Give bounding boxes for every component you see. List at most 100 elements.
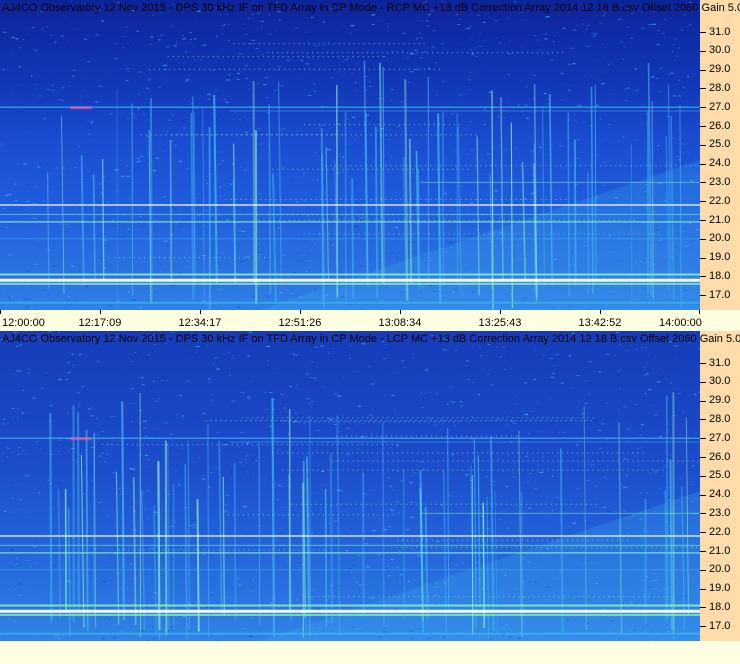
noise-speck	[244, 459, 247, 461]
noise-speck	[5, 195, 7, 197]
noise-speck	[195, 602, 197, 604]
noise-speck	[36, 65, 40, 67]
noise-speck	[124, 36, 127, 38]
y-tick-label: 27.0	[709, 431, 731, 444]
noise-speck	[309, 403, 311, 405]
noise-speck	[457, 19, 462, 21]
noise-speck	[64, 264, 66, 265]
noise-speck	[123, 392, 126, 394]
noise-speck	[465, 474, 468, 476]
noise-speck	[305, 421, 308, 423]
noise-speck	[53, 508, 55, 510]
noise-speck	[401, 360, 404, 362]
noise-speck	[420, 392, 423, 394]
noise-speck	[140, 156, 144, 157]
noise-speck	[368, 70, 370, 72]
noise-speck	[162, 189, 164, 190]
noise-speck	[21, 578, 23, 580]
noise-speck	[265, 202, 269, 204]
noise-speck	[330, 439, 334, 440]
noise-speck	[25, 201, 29, 203]
noise-speck	[22, 165, 24, 167]
noise-speck	[9, 482, 14, 484]
burst-line	[132, 477, 137, 625]
noise-speck	[67, 420, 69, 422]
noise-speck	[513, 368, 517, 370]
noise-speck	[645, 373, 649, 375]
noise-speck	[390, 509, 394, 511]
noise-speck	[395, 516, 398, 518]
noise-speck	[43, 533, 46, 534]
y-tick	[700, 220, 706, 221]
noise-speck	[130, 361, 133, 363]
noise-speck	[514, 462, 516, 463]
noise-speck	[276, 69, 278, 71]
noise-speck	[555, 378, 557, 380]
noise-speck	[93, 419, 97, 420]
noise-speck	[67, 372, 71, 374]
noise-speck	[23, 39, 25, 41]
noise-speck	[590, 145, 591, 147]
noise-speck	[104, 461, 106, 463]
noise-speck	[183, 127, 187, 129]
noise-speck	[513, 98, 516, 100]
noise-speck	[61, 87, 65, 89]
noise-speck	[152, 428, 154, 430]
noise-speck	[389, 182, 392, 184]
noise-speck	[463, 125, 465, 127]
noise-speck	[175, 113, 178, 115]
noise-speck	[23, 163, 28, 165]
noise-speck	[692, 137, 694, 139]
noise-speck	[655, 365, 659, 367]
noise-speck	[202, 218, 204, 219]
noise-speck	[275, 483, 277, 485]
y-tick	[700, 107, 706, 109]
noise-speck	[494, 20, 498, 22]
noise-speck	[136, 625, 140, 627]
noise-speck	[514, 537, 516, 539]
noise-speck	[182, 22, 184, 24]
noise-speck	[438, 359, 442, 361]
noise-speck	[273, 393, 278, 395]
noise-speck	[241, 208, 245, 210]
y-tick	[700, 457, 706, 458]
noise-speck	[380, 346, 383, 348]
y-tick	[700, 438, 706, 440]
noise-speck	[140, 377, 144, 379]
noise-speck	[590, 75, 593, 77]
noise-speck	[497, 400, 499, 402]
burst-line	[184, 464, 188, 640]
noise-speck	[184, 80, 188, 82]
noise-speck	[375, 387, 378, 389]
noise-speck	[6, 388, 8, 390]
burst-line	[329, 453, 334, 624]
noise-speck	[30, 462, 33, 464]
noise-speck	[67, 361, 71, 363]
burst-line	[271, 398, 276, 637]
noise-speck	[276, 434, 279, 436]
noise-speck	[612, 26, 614, 28]
noise-speck	[136, 30, 139, 32]
noise-speck	[340, 122, 343, 124]
noise-speck	[265, 77, 268, 79]
noise-speck	[101, 607, 103, 609]
noise-speck	[368, 85, 373, 87]
noise-speck	[308, 260, 312, 262]
noise-speck	[129, 589, 134, 591]
noise-speck	[47, 600, 50, 601]
noise-speck	[512, 476, 516, 478]
noise-speck	[542, 455, 544, 457]
noise-speck	[453, 207, 458, 209]
noise-speck	[174, 81, 178, 83]
noise-speck	[216, 401, 221, 402]
lcp-spectrogram-panel: AJ4CO Observatory 12 Nov 2015 - DPS 30 k…	[0, 331, 740, 664]
noise-speck	[236, 268, 238, 270]
noise-speck	[144, 435, 148, 437]
noise-speck	[544, 455, 547, 456]
noise-speck	[317, 179, 319, 181]
noise-speck	[533, 35, 537, 37]
y-tick-label: 31.0	[709, 25, 731, 38]
noise-speck	[564, 109, 567, 111]
noise-speck	[317, 425, 322, 427]
noise-speck	[119, 120, 122, 122]
